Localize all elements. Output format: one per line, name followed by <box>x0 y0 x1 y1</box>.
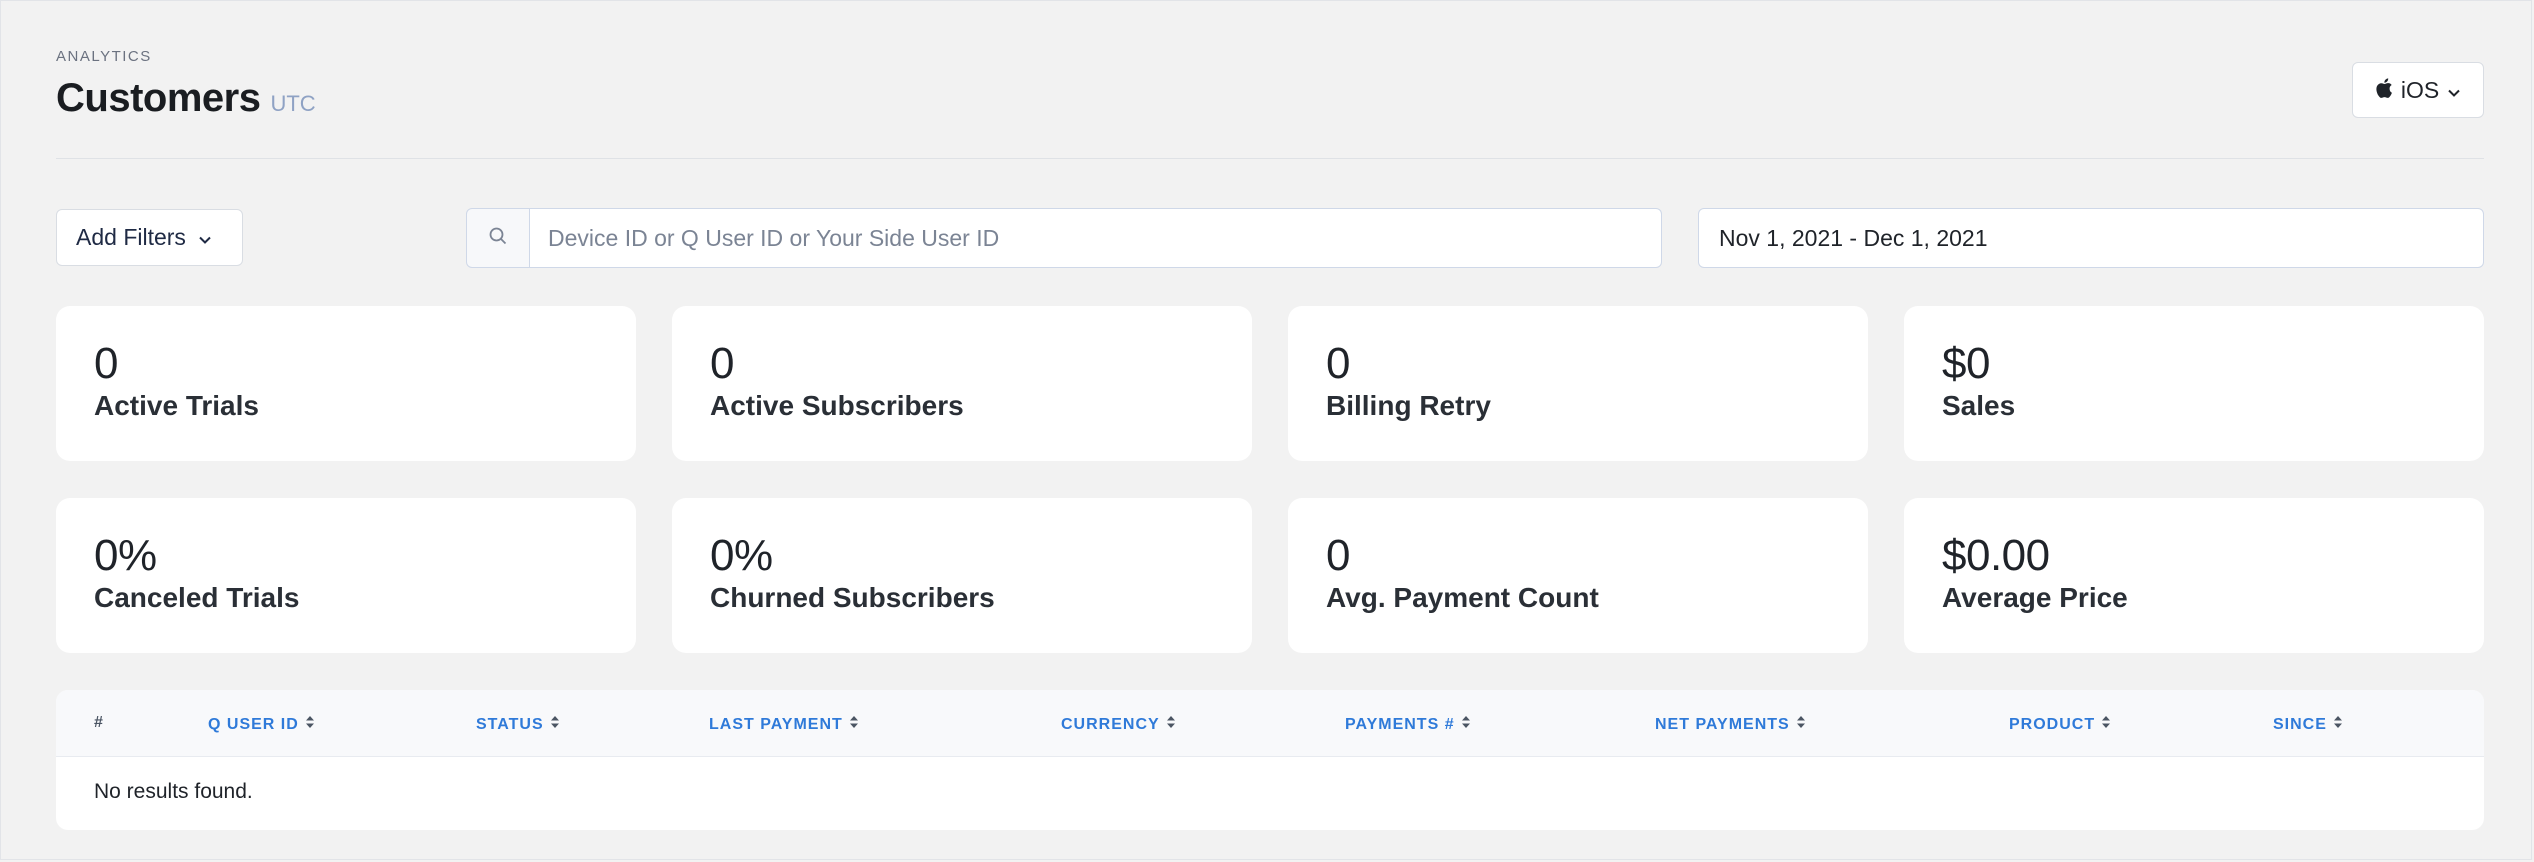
platform-label: iOS <box>2400 76 2440 103</box>
metric-value: 0% <box>94 531 157 580</box>
metric-value: 0 <box>710 339 734 388</box>
column-header-label: STATUS <box>476 715 544 733</box>
column-header-label: # <box>94 714 104 731</box>
chevron-down-icon <box>2447 77 2461 104</box>
column-header-label: CURRENCY <box>1061 715 1160 733</box>
metric-label: Active Subscribers <box>710 390 964 421</box>
customers-table: # Q USER ID STATUS LAST PAYMENT CURRENCY… <box>56 690 2484 830</box>
column-header-label: Q USER ID <box>208 715 299 733</box>
metric-label: Churned Subscribers <box>710 582 995 613</box>
metric-label: Sales <box>1942 390 2016 421</box>
column-header-product[interactable]: PRODUCT <box>2009 714 2111 735</box>
empty-state-message: No results found. <box>94 780 253 803</box>
metric-label: Billing Retry <box>1326 390 1491 421</box>
metric-value: 0% <box>710 531 773 580</box>
metric-value: 0 <box>94 339 118 388</box>
table-header-row: # Q USER ID STATUS LAST PAYMENT CURRENCY… <box>56 690 2484 757</box>
column-header-label: SINCE <box>2273 715 2327 733</box>
page-title: Customers <box>56 76 261 120</box>
metric-label: Active Trials <box>94 390 259 421</box>
add-filters-label: Add Filters <box>76 224 186 250</box>
timezone-label: UTC <box>270 91 316 116</box>
column-header-q-user-id[interactable]: Q USER ID <box>208 714 315 735</box>
apple-icon <box>2375 77 2393 104</box>
sort-icon <box>305 714 315 735</box>
column-header-label: PRODUCT <box>2009 715 2096 733</box>
metric-label: Average Price <box>1942 582 2128 613</box>
search-input[interactable] <box>530 208 1662 268</box>
metric-card-active-trials: 0 Active Trials <box>56 306 636 461</box>
sort-icon <box>2101 714 2111 735</box>
metric-label: Canceled Trials <box>94 582 300 613</box>
metric-card-active-subscribers: 0 Active Subscribers <box>672 306 1252 461</box>
column-header-label: NET PAYMENTS <box>1655 715 1790 733</box>
column-header-payments-count[interactable]: PAYMENTS # <box>1345 714 1471 735</box>
metric-value: 0 <box>1326 531 1350 580</box>
metric-card-sales: $0 Sales <box>1904 306 2484 461</box>
title-row: Customers UTC <box>56 76 316 121</box>
search-bar <box>466 208 1662 268</box>
column-header-index: # <box>94 714 104 732</box>
metric-card-billing-retry: 0 Billing Retry <box>1288 306 1868 461</box>
metric-value: $0 <box>1942 339 1990 388</box>
sort-icon <box>1796 714 1806 735</box>
date-range-value: Nov 1, 2021 - Dec 1, 2021 <box>1719 224 1988 251</box>
metric-card-avg-payment-count: 0 Avg. Payment Count <box>1288 498 1868 653</box>
metric-label: Avg. Payment Count <box>1326 582 1599 613</box>
column-header-label: PAYMENTS # <box>1345 715 1455 733</box>
date-range-picker[interactable]: Nov 1, 2021 - Dec 1, 2021 <box>1698 208 2484 268</box>
metric-card-churned-subscribers: 0% Churned Subscribers <box>672 498 1252 653</box>
sort-icon <box>550 714 560 735</box>
column-header-status[interactable]: STATUS <box>476 714 560 735</box>
sort-icon <box>1461 714 1471 735</box>
column-header-since[interactable]: SINCE <box>2273 714 2343 735</box>
sort-icon <box>2333 714 2343 735</box>
add-filters-button[interactable]: Add Filters <box>56 209 243 266</box>
platform-select-button[interactable]: iOS <box>2352 62 2484 118</box>
metric-value: $0.00 <box>1942 531 2050 580</box>
sort-icon <box>1166 714 1176 735</box>
search-icon <box>488 226 508 251</box>
column-header-last-payment[interactable]: LAST PAYMENT <box>709 714 859 735</box>
metric-card-average-price: $0.00 Average Price <box>1904 498 2484 653</box>
chevron-down-icon <box>198 224 212 251</box>
metric-value: 0 <box>1326 339 1350 388</box>
section-eyebrow: ANALYTICS <box>56 48 152 65</box>
metric-card-canceled-trials: 0% Canceled Trials <box>56 498 636 653</box>
column-header-currency[interactable]: CURRENCY <box>1061 714 1176 735</box>
header-divider <box>56 158 2484 159</box>
sort-icon <box>849 714 859 735</box>
search-icon-button[interactable] <box>466 208 530 268</box>
column-header-label: LAST PAYMENT <box>709 715 843 733</box>
column-header-net-payments[interactable]: NET PAYMENTS <box>1655 714 1806 735</box>
